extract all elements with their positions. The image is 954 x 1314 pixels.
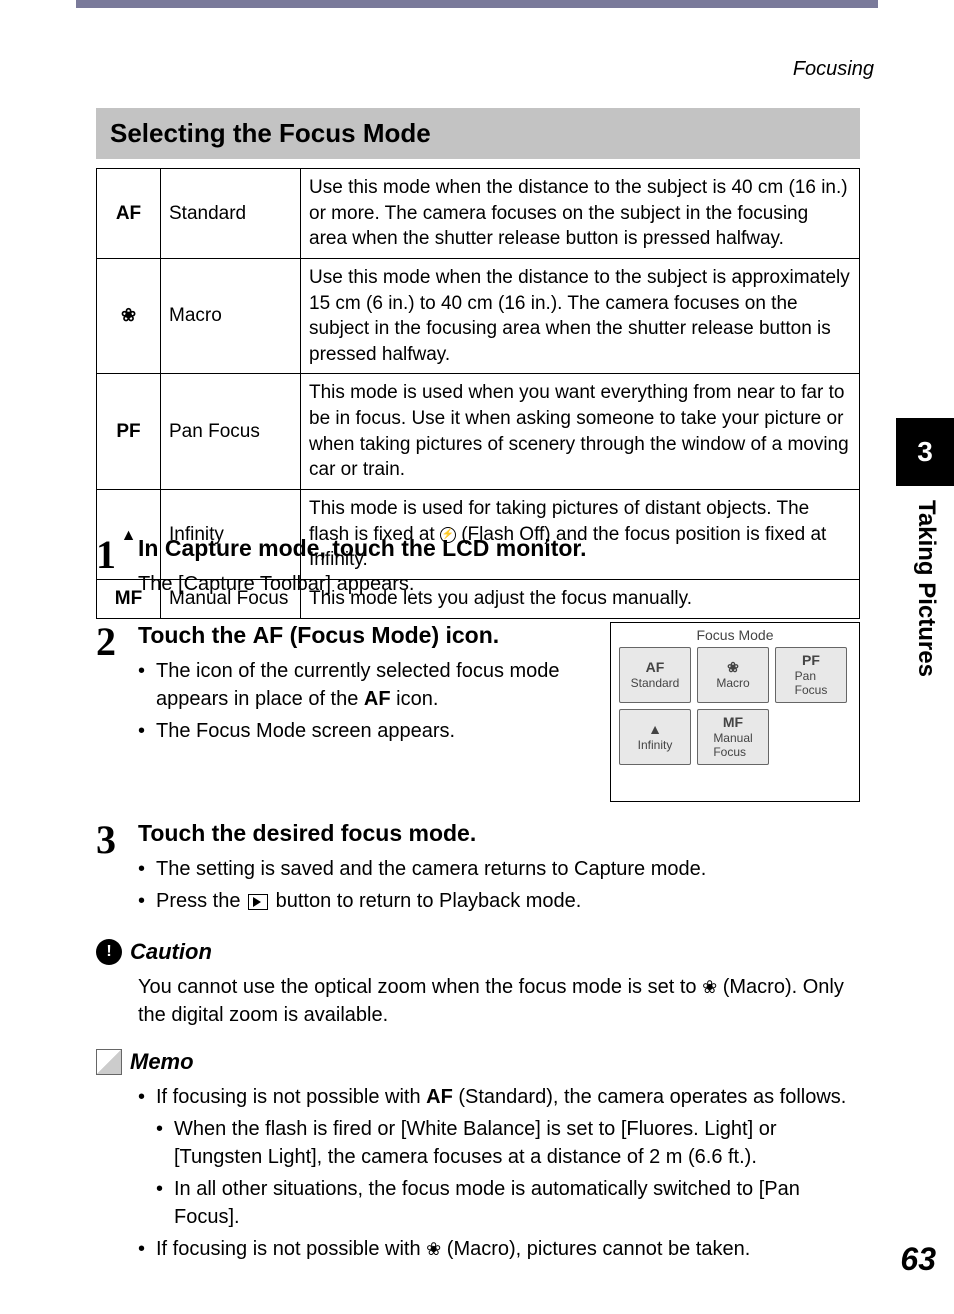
- mode-icon-cell: PF: [97, 374, 161, 490]
- step-bullet: Press the button to return to Playback m…: [138, 887, 860, 915]
- running-header: Focusing: [793, 58, 874, 81]
- mode-desc-cell: Use this mode when the distance to the s…: [301, 169, 860, 259]
- mode-desc-cell: This mode is used when you want everythi…: [301, 374, 860, 490]
- step-number: 2: [96, 622, 138, 802]
- page-number: 63: [900, 1241, 936, 1278]
- memo-body: If focusing is not possible with AF (Sta…: [138, 1083, 860, 1263]
- lcd-option-panfocus: PFPan Focus: [775, 647, 847, 703]
- table-row: AF Standard Use this mode when the dista…: [97, 169, 860, 259]
- caution-icon: !: [96, 939, 122, 965]
- macro-icon: ❀: [702, 977, 717, 997]
- step-1: 1 In Capture mode, touch the LCD monitor…: [96, 535, 860, 604]
- playback-icon: [248, 894, 268, 910]
- memo-header: Memo: [96, 1049, 860, 1075]
- step-bullet: The setting is saved and the camera retu…: [138, 855, 860, 883]
- step-subtext: The [Capture Toolbar] appears.: [138, 570, 860, 598]
- memo-bullet: If focusing is not possible with AF (Sta…: [138, 1083, 860, 1111]
- step-number: 1: [96, 535, 138, 604]
- lcd-option-infinity: ▲Infinity: [619, 709, 691, 765]
- section-heading: Selecting the Focus Mode: [96, 108, 860, 159]
- caution-header: ! Caution: [96, 939, 860, 965]
- step-3: 3 Touch the desired focus mode. The sett…: [96, 820, 860, 919]
- step-bullet: The icon of the currently selected focus…: [138, 657, 600, 713]
- mode-desc-cell: Use this mode when the distance to the s…: [301, 258, 860, 374]
- memo-icon: [96, 1049, 122, 1075]
- steps-container: 1 In Capture mode, touch the LCD monitor…: [96, 535, 860, 1267]
- macro-icon: ❀: [426, 1239, 441, 1259]
- lcd-title: Focus Mode: [611, 623, 859, 647]
- table-row: PF Pan Focus This mode is used when you …: [97, 374, 860, 490]
- lcd-screenshot: Focus Mode AFStandard ❀Macro PFPan Focus…: [610, 622, 860, 802]
- chapter-title-vertical: Taking Pictures: [912, 500, 940, 677]
- macro-icon: ❀: [121, 305, 136, 325]
- top-accent-bar: [76, 0, 878, 8]
- lcd-option-standard: AFStandard: [619, 647, 691, 703]
- lcd-option-mf: MFManual Focus: [697, 709, 769, 765]
- step-heading: Touch the AF (Focus Mode) icon.: [138, 622, 600, 649]
- mode-name-cell: Standard: [161, 169, 301, 259]
- mode-name-cell: Macro: [161, 258, 301, 374]
- memo-title: Memo: [130, 1049, 194, 1075]
- mode-icon-cell: AF: [97, 169, 161, 259]
- table-row: ❀ Macro Use this mode when the distance …: [97, 258, 860, 374]
- memo-bullet: If focusing is not possible with ❀ (Macr…: [138, 1235, 860, 1263]
- memo-sub-bullet: In all other situations, the focus mode …: [138, 1175, 860, 1231]
- step-2: 2 Touch the AF (Focus Mode) icon. The ic…: [96, 622, 860, 802]
- memo-sub-bullet: When the flash is fired or [White Balanc…: [138, 1115, 860, 1171]
- caution-body: You cannot use the optical zoom when the…: [138, 973, 860, 1029]
- lcd-option-macro: ❀Macro: [697, 647, 769, 703]
- chapter-tab: 3: [896, 418, 954, 486]
- mode-icon-cell: ❀: [97, 258, 161, 374]
- step-heading: In Capture mode, touch the LCD monitor.: [138, 535, 860, 562]
- step-heading: Touch the desired focus mode.: [138, 820, 860, 847]
- caution-title: Caution: [130, 939, 212, 965]
- mode-name-cell: Pan Focus: [161, 374, 301, 490]
- step-number: 3: [96, 820, 138, 919]
- step-bullet: The Focus Mode screen appears.: [138, 717, 600, 745]
